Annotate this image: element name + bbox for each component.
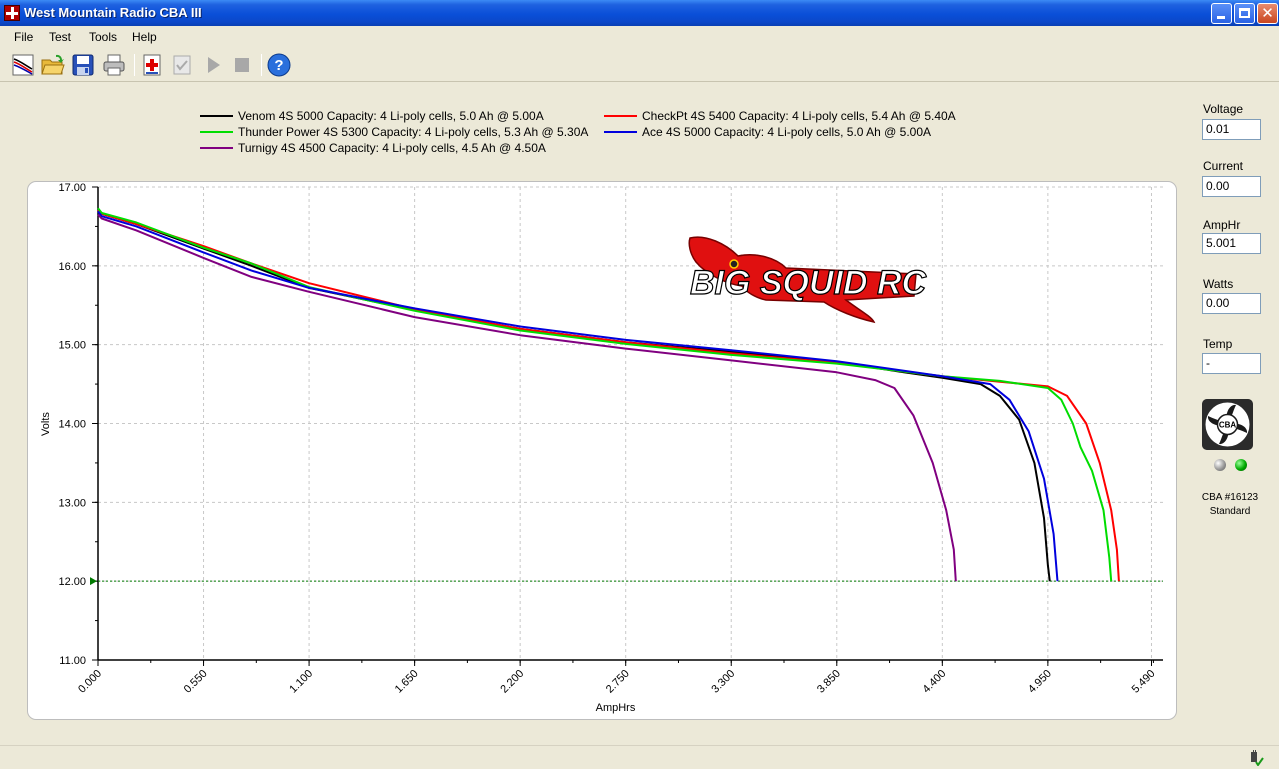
x-tick-label: 2.750	[604, 668, 632, 696]
y-tick-label: 14.00	[58, 419, 86, 431]
y-tick-label: 11.00	[59, 655, 86, 667]
y-tick-label: 13.00	[58, 497, 86, 509]
status-led-green-icon	[1235, 459, 1247, 471]
discharge-chart[interactable]: 17.0016.0015.0014.0013.0012.0011.000.000…	[0, 0, 1279, 769]
x-tick-label: 0.000	[76, 668, 104, 696]
watts-field[interactable]: 0.00	[1202, 293, 1261, 314]
device-info: CBA #16123 Standard	[1193, 491, 1267, 519]
temp-label: Temp	[1203, 337, 1233, 351]
y-tick-label: 16.00	[58, 261, 86, 273]
x-tick-label: 1.100	[287, 668, 315, 696]
current-field[interactable]: 0.00	[1202, 176, 1261, 197]
fan-icon: CBA	[1202, 399, 1253, 450]
y-tick-label: 12.00	[58, 576, 86, 588]
watts-label: Watts	[1203, 277, 1234, 291]
voltage-label: Voltage	[1203, 102, 1244, 116]
device-mode: Standard	[1209, 506, 1251, 517]
fan-label: CBA	[1219, 421, 1237, 430]
y-tick-label: 15.00	[58, 340, 86, 352]
device-name: CBA #16123	[1201, 492, 1259, 503]
x-tick-label: 4.400	[920, 668, 948, 696]
x-tick-label: 4.950	[1026, 668, 1054, 696]
current-label: Current	[1203, 159, 1244, 173]
x-tick-label: 0.550	[182, 668, 210, 696]
usb-connected-icon	[1251, 750, 1264, 766]
status-led-gray-icon	[1214, 459, 1226, 471]
logo-text: BIG SQUID RC	[690, 264, 927, 302]
x-tick-label: 3.300	[709, 668, 737, 696]
x-tick-label: 1.650	[393, 668, 421, 696]
voltage-field[interactable]: 0.01	[1202, 119, 1261, 140]
temp-field[interactable]: -	[1202, 353, 1261, 374]
cutoff-marker-icon	[90, 577, 97, 586]
status-bar	[0, 745, 1279, 769]
x-tick-label: 3.850	[815, 668, 843, 696]
squid-logo-icon: BIG SQUID RC	[688, 236, 927, 324]
y-axis-title: Volts	[40, 412, 52, 436]
amphr-field[interactable]: 5.001	[1202, 233, 1261, 254]
x-tick-label: 2.200	[498, 668, 526, 696]
x-tick-label: 5.490	[1130, 668, 1158, 696]
x-axis-title: AmpHrs	[596, 702, 636, 714]
y-tick-label: 17.00	[58, 182, 86, 194]
amphr-label: AmpHr	[1203, 218, 1241, 232]
